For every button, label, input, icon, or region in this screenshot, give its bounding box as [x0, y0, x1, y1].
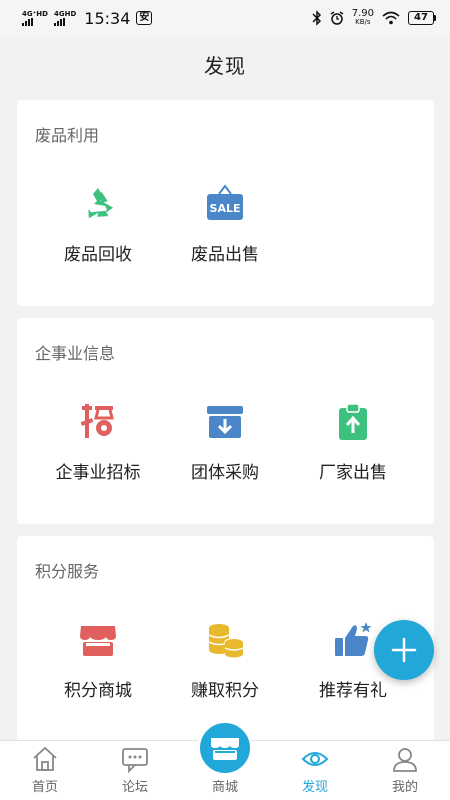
item-waste-sale[interactable]: SALE 废品出售 — [165, 184, 285, 265]
item-label: 推荐有礼 — [319, 681, 387, 701]
nav-mine[interactable]: 我的 — [360, 741, 450, 800]
store-icon — [211, 738, 239, 760]
battery-level: 47 — [408, 11, 434, 25]
download-box-icon — [207, 406, 243, 438]
section-title: 积分服务 — [35, 562, 100, 581]
nav-home[interactable]: 首页 — [0, 741, 90, 800]
item-enterprise-factory-sale[interactable]: 厂家出售 — [293, 402, 413, 483]
status-left: 4G⁺HD 4GHD 15:34 安 — [22, 8, 153, 28]
tender-icon — [80, 404, 114, 438]
item-label: 企事业招标 — [55, 463, 141, 483]
svg-text:SALE: SALE — [210, 202, 241, 215]
section-enterprise: 企事业信息 企事业招标 团体采购 厂家出售 — [17, 318, 434, 524]
page-header: 发现 — [0, 36, 450, 92]
item-waste-recycle[interactable]: 废品回收 — [38, 184, 158, 265]
clipboard-upload-icon — [339, 403, 367, 440]
section-title: 废品利用 — [35, 126, 100, 145]
sim2-label: 4GHD — [53, 9, 77, 18]
item-label: 废品回收 — [64, 245, 132, 265]
item-label: 赚取积分 — [191, 681, 259, 701]
signal-sim1-icon: 4G⁺HD — [22, 9, 48, 26]
item-label: 废品出售 — [191, 245, 259, 265]
item-label: 积分商城 — [64, 681, 132, 701]
sim1-label: 4G⁺HD — [22, 9, 48, 18]
status-bar: 4G⁺HD 4GHD 15:34 安 7.90 KB/s 47 — [0, 0, 450, 36]
item-enterprise-group-buy[interactable]: 团体采购 — [165, 402, 285, 483]
nav-label: 首页 — [31, 780, 58, 795]
network-speed: 7.90 KB/s — [352, 9, 374, 27]
add-fab-button[interactable] — [374, 620, 434, 680]
wifi-icon — [382, 11, 400, 25]
security-badge: 安 — [136, 11, 153, 25]
speed-value: 7.90 — [351, 8, 374, 19]
item-points-mall[interactable]: 积分商城 — [38, 620, 158, 701]
page-title: 发现 — [204, 53, 246, 78]
item-enterprise-tender[interactable]: 企事业招标 — [38, 402, 158, 483]
section-points: 积分服务 积分商城 赚取积分 推荐有礼 — [17, 536, 434, 742]
nav-label: 论坛 — [121, 780, 148, 795]
section-title: 企事业信息 — [35, 344, 116, 363]
bluetooth-icon — [312, 10, 321, 26]
status-right: 7.90 KB/s 47 — [312, 9, 436, 27]
user-icon — [393, 748, 417, 772]
thumbs-up-icon — [335, 622, 372, 656]
section-waste: 废品利用 废品回收 SALE 废品出售 — [17, 100, 434, 306]
signal-sim2-icon: 4GHD — [53, 9, 77, 26]
nav-label: 发现 — [301, 780, 328, 795]
item-label: 团体采购 — [191, 463, 259, 483]
nav-label: 商城 — [211, 780, 238, 795]
nav-label: 我的 — [391, 780, 418, 795]
item-points-earn[interactable]: 赚取积分 — [165, 620, 285, 701]
clock-time: 15:34 — [84, 8, 131, 28]
recycle-icon — [88, 188, 114, 219]
plus-icon — [391, 637, 417, 663]
item-label: 厂家出售 — [319, 463, 387, 483]
speed-unit: KB/s — [355, 18, 371, 26]
mall-center-button[interactable] — [197, 720, 253, 776]
home-icon — [33, 746, 57, 771]
alarm-icon — [330, 11, 344, 25]
eye-icon — [301, 752, 329, 766]
nav-forum[interactable]: 论坛 — [90, 741, 180, 800]
coins-icon — [208, 624, 244, 658]
chat-icon — [122, 748, 148, 773]
nav-discover[interactable]: 发现 — [270, 741, 360, 800]
sale-sign-icon: SALE — [207, 184, 243, 220]
battery-icon: 47 — [408, 11, 436, 25]
storefront-icon — [80, 626, 116, 656]
